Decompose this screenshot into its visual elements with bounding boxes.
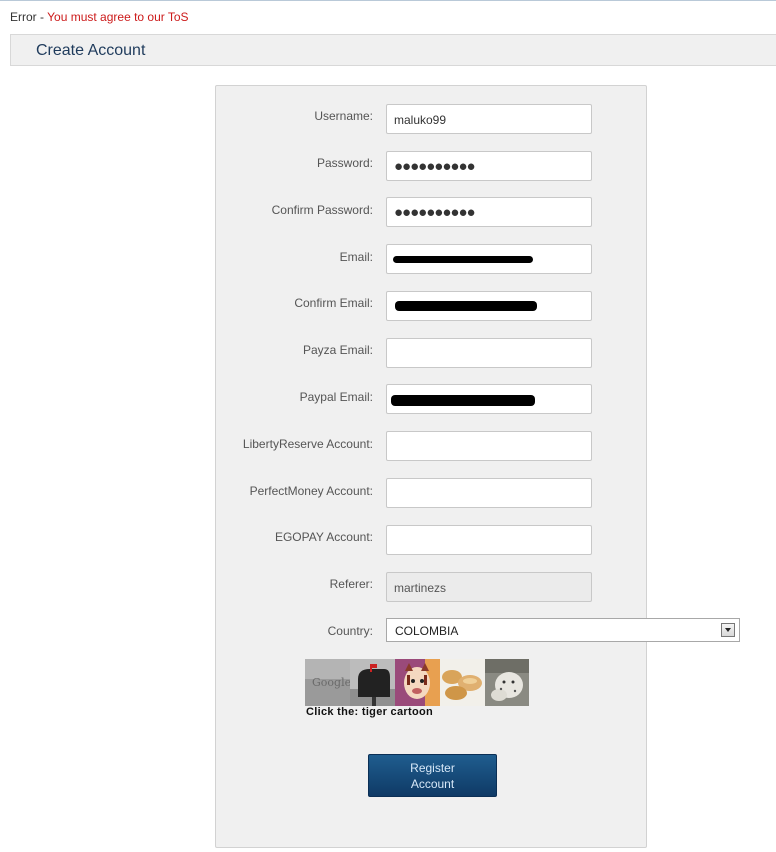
referer-label: Referer: [329, 577, 373, 591]
error-prefix: Error [10, 10, 37, 24]
register-account-button[interactable]: Register Account [368, 754, 497, 797]
paypal-email-field[interactable] [386, 384, 592, 414]
country-selected-value: COLOMBIA [395, 624, 459, 638]
email-label: Email: [339, 250, 373, 264]
referer-value: martinezs [394, 581, 447, 595]
username-value: maluko99 [394, 113, 447, 127]
bread-rolls-image[interactable] [440, 659, 485, 706]
tiger-cartoon-graphic [395, 659, 440, 706]
confirm-password-label: Confirm Password: [271, 203, 373, 217]
google-logo-graphic: Google [305, 659, 350, 706]
egopay-account-label: EGOPAY Account: [274, 530, 373, 544]
email-redaction [393, 256, 533, 263]
mailbox-graphic [350, 659, 395, 706]
confirm-email-label: Confirm Email: [294, 296, 373, 310]
password-field[interactable]: ●●●●●●●●●● [386, 151, 592, 181]
snow-leopard-graphic [485, 659, 529, 706]
confirm-email-field[interactable] [386, 291, 592, 321]
captcha-prompt: Click the: tiger cartoon [306, 706, 433, 718]
country-select[interactable]: COLOMBIA [386, 618, 740, 642]
perfectmoney-account-label: PerfectMoney Account: [249, 484, 373, 498]
referer-field: martinezs [386, 572, 592, 602]
snow-leopard-image[interactable] [485, 659, 529, 706]
error-message-line: Error - You must agree to our ToS [10, 10, 189, 24]
confirm-password-field[interactable]: ●●●●●●●●●● [386, 197, 592, 227]
libertyreserve-account-field[interactable] [386, 431, 592, 461]
paypal-email-redaction [391, 395, 535, 406]
mailbox-image[interactable] [350, 659, 395, 706]
payza-email-label: Payza Email: [302, 343, 373, 357]
perfectmoney-account-field[interactable] [386, 478, 592, 508]
payza-email-field[interactable] [386, 338, 592, 368]
password-masked-value: ●●●●●●●●●● [394, 158, 476, 175]
password-label: Password: [316, 156, 373, 170]
libertyreserve-account-label: LibertyReserve Account: [242, 437, 373, 451]
chevron-down-icon[interactable] [721, 623, 735, 637]
country-label: Country: [327, 624, 373, 638]
page-title: Create Account [36, 42, 146, 59]
page: Error - You must agree to our ToS Create… [0, 0, 776, 852]
tiger-cartoon-image[interactable] [395, 659, 440, 706]
email-field[interactable] [386, 244, 592, 274]
paypal-email-label: Paypal Email: [299, 390, 373, 404]
error-separator: - [36, 10, 48, 24]
confirm-email-redaction [395, 301, 537, 311]
google-logo-image[interactable]: Google [305, 659, 350, 706]
bread-rolls-graphic [440, 659, 485, 706]
page-header: Create Account [10, 34, 776, 66]
register-button-label: Register Account [410, 761, 455, 791]
username-label: Username: [314, 109, 373, 123]
username-field[interactable]: maluko99 [386, 104, 592, 134]
captcha-image-strip: Google [305, 659, 529, 706]
confirm-password-masked-value: ●●●●●●●●●● [394, 204, 476, 221]
egopay-account-field[interactable] [386, 525, 592, 555]
svg-text:Google: Google [312, 676, 350, 689]
error-text: You must agree to our ToS [47, 10, 189, 24]
